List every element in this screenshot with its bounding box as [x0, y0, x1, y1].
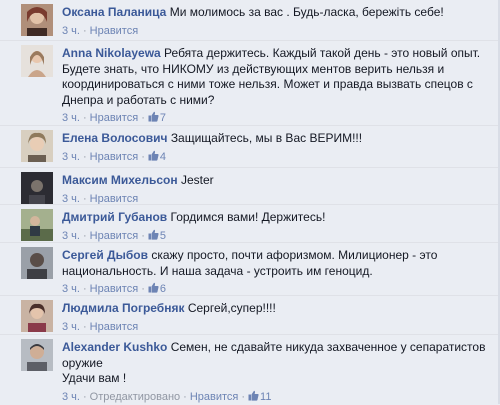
- like-count[interactable]: 5: [160, 230, 166, 242]
- comment-time[interactable]: 3 ч.: [62, 391, 80, 403]
- comment-text: Ми молимось за вас . Будь-ласка, бережіт…: [169, 5, 444, 19]
- comment-time[interactable]: 3 ч.: [62, 193, 80, 205]
- avatar[interactable]: [21, 130, 53, 162]
- thumbs-up-icon[interactable]: [248, 390, 259, 401]
- comment-text: Защищайтесь, мы в Вас ВЕРИМ!!!: [170, 131, 363, 145]
- like-button[interactable]: Нравится: [190, 391, 239, 403]
- avatar[interactable]: [21, 172, 53, 204]
- comment-text: Jester: [180, 173, 214, 187]
- avatar[interactable]: [21, 4, 53, 36]
- comment-author[interactable]: Людмила Погребняк: [62, 301, 184, 315]
- comment-time[interactable]: 3 ч.: [62, 230, 80, 242]
- comment-meta: 3 ч. · Нравится: [62, 320, 139, 333]
- avatar[interactable]: [21, 247, 53, 279]
- like-button[interactable]: Нравится: [90, 193, 139, 205]
- comment-item: Anna Nikolayewa Ребята держитесь. Каждый…: [0, 40, 500, 126]
- comment-item: Оксана Паланица Ми молимось за вас . Буд…: [0, 0, 500, 40]
- comment-time[interactable]: 3 ч.: [62, 321, 80, 333]
- comment-author[interactable]: Alexander Kushko: [62, 340, 167, 354]
- avatar[interactable]: [21, 300, 53, 332]
- comment-item: Alexander Kushko Семен, не сдавайте нику…: [0, 334, 500, 405]
- comment-text: Гордимся вами! Держитесь!: [170, 210, 326, 224]
- comments-list: Оксана Паланица Ми молимось за вас . Буд…: [0, 0, 500, 404]
- avatar[interactable]: [21, 209, 53, 241]
- comment-time[interactable]: 3 ч.: [62, 112, 80, 124]
- thumbs-up-icon[interactable]: [148, 282, 159, 293]
- comment-item: Максим Михельсон Jester 3 ч. · Нравится: [0, 167, 500, 205]
- comment-author[interactable]: Оксана Паланица: [62, 5, 166, 19]
- like-button[interactable]: Нравится: [90, 283, 139, 295]
- comment-meta: 3 ч. · Нравится · 7: [62, 111, 166, 124]
- comment-time[interactable]: 3 ч.: [62, 151, 80, 163]
- comment-item: Людмила Погребняк Сергей,супер!!!! 3 ч. ·…: [0, 295, 500, 335]
- thumbs-up-icon[interactable]: [148, 150, 159, 161]
- comment-meta: 3 ч. · Нравится: [62, 24, 139, 37]
- comment-author[interactable]: Максим Михельсон: [62, 173, 178, 187]
- comment-time[interactable]: 3 ч.: [62, 25, 80, 37]
- comment-text: Сергей,супер!!!!: [187, 301, 276, 315]
- thumbs-up-icon[interactable]: [148, 111, 159, 122]
- thumbs-up-icon[interactable]: [148, 229, 159, 240]
- comment-item: Дмитрий Губанов Гордимся вами! Держитесь…: [0, 204, 500, 243]
- comment-item: Елена Волосович Защищайтесь, мы в Вас ВЕ…: [0, 125, 500, 168]
- like-count[interactable]: 7: [160, 112, 166, 124]
- like-button[interactable]: Нравится: [90, 25, 139, 37]
- avatar[interactable]: [21, 339, 53, 371]
- comment-item: Сергей Дыбов скажу просто, почти афоризм…: [0, 242, 500, 296]
- comment-time[interactable]: 3 ч.: [62, 283, 80, 295]
- like-button[interactable]: Нравится: [90, 321, 139, 333]
- comment-author[interactable]: Дмитрий Губанов: [62, 210, 167, 224]
- comment-author[interactable]: Елена Волосович: [62, 131, 167, 145]
- like-count[interactable]: 4: [160, 151, 166, 163]
- like-button[interactable]: Нравится: [90, 230, 139, 242]
- comment-meta: 3 ч. · Нравится · 5: [62, 229, 166, 242]
- like-button[interactable]: Нравится: [90, 151, 139, 163]
- comment-meta: 3 ч. · Нравится · 4: [62, 150, 166, 163]
- edited-label[interactable]: Отредактировано: [90, 391, 181, 403]
- comment-meta: 3 ч. · Нравится · 6: [62, 282, 166, 295]
- like-count[interactable]: 6: [160, 283, 166, 295]
- comment-meta: 3 ч. · Отредактировано · Нравится · 11: [62, 390, 272, 403]
- comment-author[interactable]: Anna Nikolayewa: [62, 46, 161, 60]
- like-count[interactable]: 11: [260, 391, 271, 403]
- comment-author[interactable]: Сергей Дыбов: [62, 248, 148, 262]
- avatar[interactable]: [21, 45, 53, 77]
- like-button[interactable]: Нравится: [90, 112, 139, 124]
